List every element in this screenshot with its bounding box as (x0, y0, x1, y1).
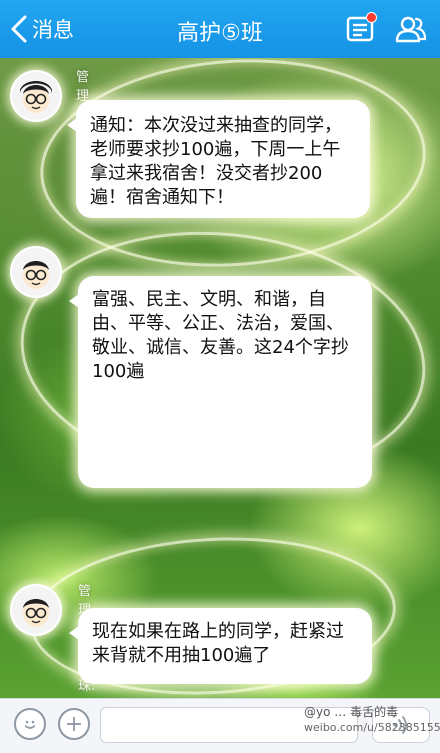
plus-icon (67, 717, 81, 731)
emoji-icon (24, 720, 36, 729)
watermark-line-1: @yo … 毒舌的毒 (304, 705, 399, 719)
avatar[interactable] (10, 70, 62, 122)
avatar[interactable] (10, 584, 62, 636)
emoji-button[interactable] (14, 708, 46, 740)
watermark: @yo … 毒舌的毒 weibo.com/u/5823851550 (304, 704, 440, 736)
message-bubble[interactable]: 通知：本次没过来抽查的同学，老师要求抄100遍，下周一上午拿过来我宿舍！没交者抄… (67, 100, 370, 218)
avatar-icon (12, 586, 60, 634)
avatar-icon (12, 248, 60, 296)
avatar[interactable] (10, 246, 62, 298)
watermark-line-2: weibo.com/u/5823851550 (304, 721, 440, 734)
message-bubble[interactable]: 富强、民主、文明、和谐，自由、平等、公正、法治，爱国、敬业、诚信、友善。这24个… (69, 276, 372, 488)
plus-button[interactable] (58, 708, 90, 740)
avatar-icon (12, 72, 60, 120)
message-bubble[interactable]: 现在如果在路上的同学，赶紧过来背就不用抽100遍了 (69, 608, 372, 684)
people-icon[interactable] (394, 12, 428, 46)
notification-dot (366, 12, 377, 23)
chat-header: 消息 高护⑤班 (0, 0, 440, 58)
